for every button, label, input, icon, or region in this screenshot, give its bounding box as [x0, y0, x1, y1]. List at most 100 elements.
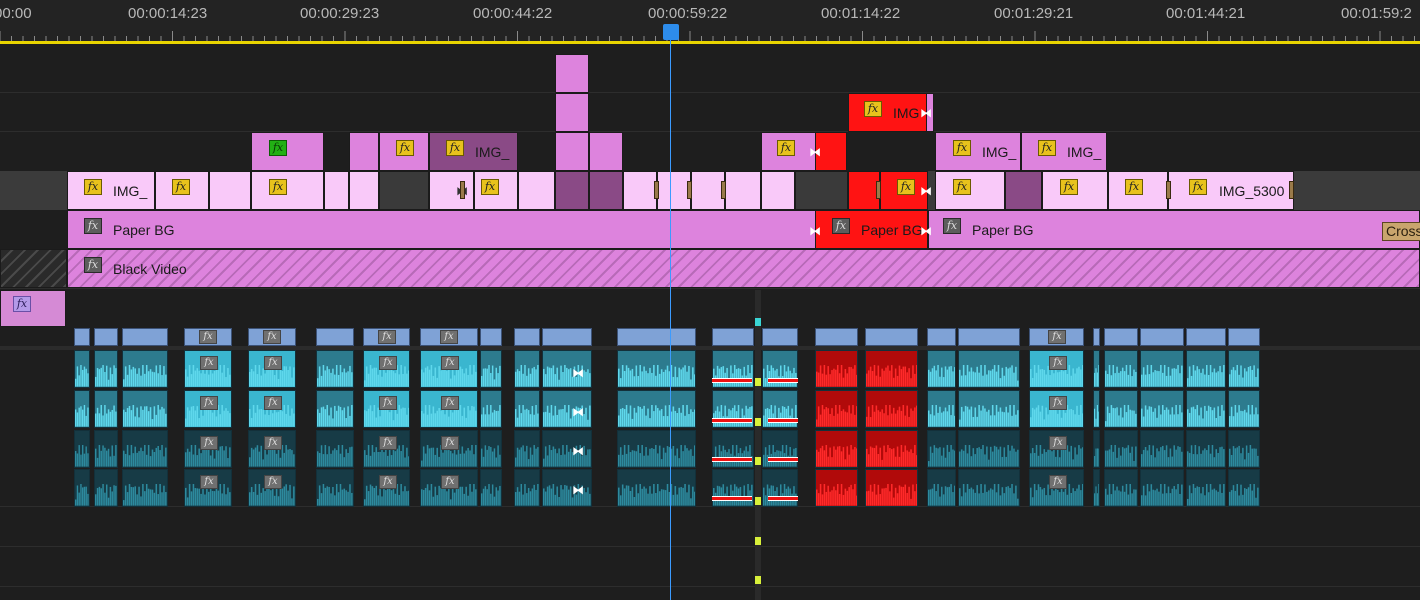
audio-clip-header[interactable]	[1104, 328, 1138, 346]
audio-clip[interactable]: fx	[184, 430, 232, 468]
audio-clip[interactable]	[1093, 350, 1100, 388]
video-clip[interactable]	[324, 171, 349, 210]
audio-clip[interactable]: fx	[1029, 469, 1084, 507]
audio-clip-header[interactable]	[927, 328, 956, 346]
audio-clip[interactable]	[815, 390, 858, 428]
keyframe-marker[interactable]	[460, 181, 465, 199]
video-clip[interactable]	[349, 171, 379, 210]
video-clip[interactable]	[657, 171, 691, 210]
audio-clip[interactable]: fx	[420, 430, 478, 468]
video-clip[interactable]	[1005, 171, 1042, 210]
audio-clip[interactable]	[514, 469, 540, 507]
video-clip[interactable]	[795, 171, 848, 210]
audio-clip[interactable]	[958, 390, 1020, 428]
playhead-line[interactable]	[670, 40, 671, 600]
audio-clip[interactable]	[617, 350, 696, 388]
transition-icon[interactable]: ⧓	[571, 444, 585, 458]
marker[interactable]	[755, 318, 761, 326]
audio-clip[interactable]	[927, 469, 956, 507]
keyframe-marker[interactable]	[721, 181, 726, 199]
marker[interactable]	[755, 576, 761, 584]
audio-clip[interactable]	[94, 390, 118, 428]
audio-clip[interactable]	[1104, 469, 1138, 507]
audio-clip[interactable]	[514, 430, 540, 468]
audio-clip[interactable]	[815, 469, 858, 507]
video-clip[interactable]: fx IMG_	[1021, 132, 1107, 171]
audio-clip[interactable]	[316, 430, 354, 468]
video-clip[interactable]: fx Paper BG	[67, 210, 817, 249]
audio-clip[interactable]	[480, 469, 502, 507]
time-ruler[interactable]: 00:00 00:00:14:23 00:00:29:23 00:00:44:2…	[0, 0, 1420, 44]
audio-clip[interactable]: fx	[184, 469, 232, 507]
audio-clip[interactable]: fx	[1029, 430, 1084, 468]
video-clip[interactable]: fx	[1108, 171, 1168, 210]
audio-clip[interactable]	[1140, 430, 1184, 468]
audio-clip[interactable]	[1093, 430, 1100, 468]
video-clip[interactable]: fx	[1042, 171, 1108, 210]
audio-clip[interactable]	[316, 350, 354, 388]
marker[interactable]	[755, 418, 761, 426]
video-clip[interactable]	[349, 132, 379, 171]
audio-clip[interactable]	[927, 350, 956, 388]
audio-clip-header[interactable]	[316, 328, 354, 346]
audio-clip-header[interactable]	[74, 328, 90, 346]
audio-clip[interactable]	[122, 350, 168, 388]
audio-clip[interactable]	[617, 390, 696, 428]
audio-clip[interactable]	[865, 469, 918, 507]
audio-clip[interactable]: fx	[420, 469, 478, 507]
keyframe-marker[interactable]	[1289, 181, 1294, 199]
audio-clip[interactable]: fx	[248, 350, 296, 388]
audio-clip[interactable]: fx	[420, 390, 478, 428]
audio-clip[interactable]	[94, 430, 118, 468]
video-clip[interactable]	[555, 171, 589, 210]
video-clip[interactable]	[209, 171, 251, 210]
audio-clip[interactable]	[94, 469, 118, 507]
audio-clip[interactable]	[74, 350, 90, 388]
audio-clip[interactable]	[1093, 469, 1100, 507]
audio-clip[interactable]	[122, 430, 168, 468]
audio-clip[interactable]	[1140, 390, 1184, 428]
audio-clip[interactable]	[1228, 430, 1260, 468]
audio-clip[interactable]	[1093, 390, 1100, 428]
audio-clip[interactable]	[712, 430, 754, 468]
audio-clip-header[interactable]	[480, 328, 502, 346]
audio-clip[interactable]: fx	[363, 469, 410, 507]
transition-icon[interactable]: ⧓	[571, 366, 585, 380]
audio-clip[interactable]	[1140, 469, 1184, 507]
audio-clip[interactable]	[958, 469, 1020, 507]
audio-clip[interactable]	[762, 469, 798, 507]
audio-clip[interactable]: fx	[363, 430, 410, 468]
audio-clip[interactable]: fx	[420, 350, 478, 388]
playhead-handle[interactable]	[663, 24, 679, 40]
keyframe-marker[interactable]	[687, 181, 692, 199]
video-clip[interactable]	[589, 132, 623, 171]
audio-clip-header[interactable]	[122, 328, 168, 346]
audio-clip[interactable]	[815, 350, 858, 388]
marker[interactable]	[755, 378, 761, 386]
audio-clip-header[interactable]	[762, 328, 798, 346]
video-clip[interactable]	[518, 171, 555, 210]
audio-clip[interactable]	[94, 350, 118, 388]
video-clip[interactable]: fx	[155, 171, 209, 210]
audio-clip[interactable]	[1186, 390, 1226, 428]
audio-clip[interactable]	[1104, 430, 1138, 468]
audio-clip-header[interactable]	[958, 328, 1020, 346]
audio-clip[interactable]	[712, 469, 754, 507]
audio-clip[interactable]	[480, 390, 502, 428]
audio-clip[interactable]: fx	[363, 390, 410, 428]
audio-clip[interactable]	[480, 350, 502, 388]
audio-clip[interactable]	[514, 390, 540, 428]
video-clip[interactable]	[691, 171, 725, 210]
audio-clip[interactable]	[122, 469, 168, 507]
video-clip[interactable]	[555, 132, 589, 171]
audio-clip[interactable]	[74, 390, 90, 428]
audio-clip[interactable]	[927, 430, 956, 468]
audio-clip[interactable]	[958, 430, 1020, 468]
audio-clip-header[interactable]	[1186, 328, 1226, 346]
video-clip[interactable]	[555, 54, 589, 93]
video-clip[interactable]	[725, 171, 761, 210]
audio-clip[interactable]	[1228, 350, 1260, 388]
video-clip[interactable]: fx IMG_	[67, 171, 155, 210]
video-clip[interactable]: fx	[251, 132, 324, 171]
video-clip[interactable]: fx IMG_	[429, 132, 518, 171]
